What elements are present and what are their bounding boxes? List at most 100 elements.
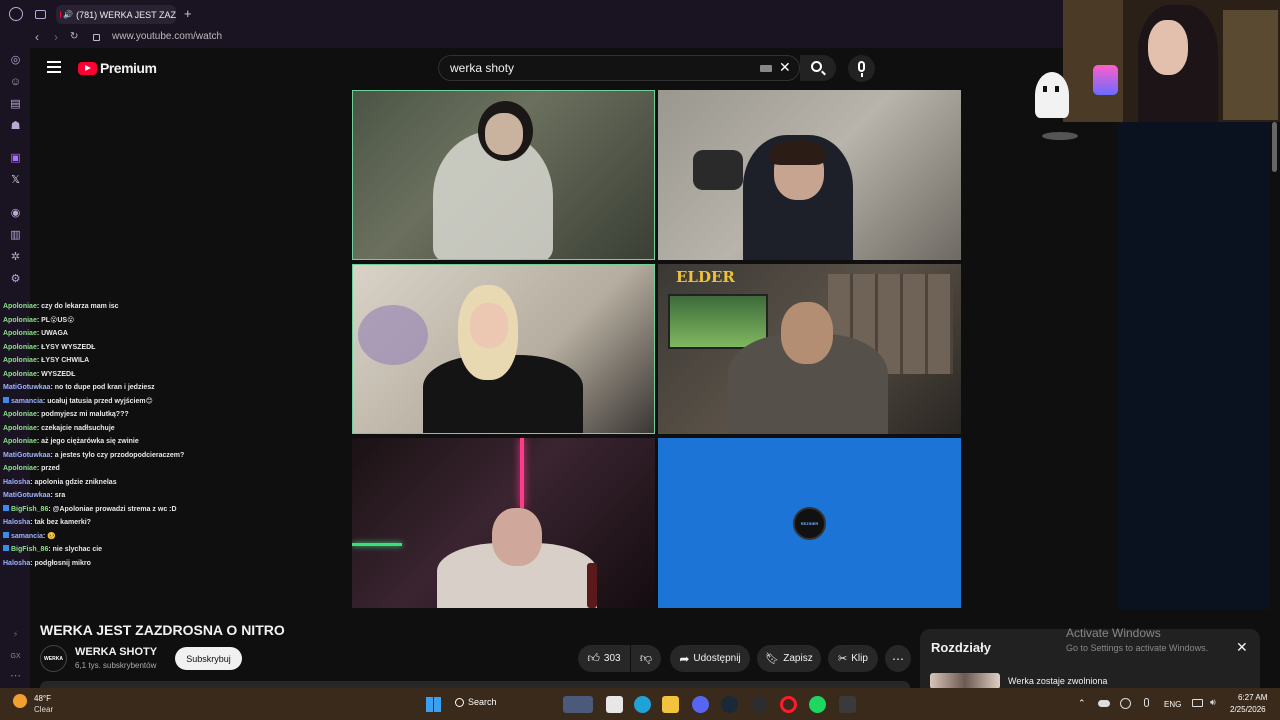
save-label: Zapisz	[783, 653, 813, 664]
url-text[interactable]: www.youtube.com/watch	[112, 31, 222, 42]
dislike-button[interactable]: 👎︎	[631, 645, 661, 672]
search-input[interactable]: werka shoty	[438, 55, 800, 81]
extension-icon[interactable]: ⚡	[9, 628, 22, 641]
channel-name[interactable]: WERKA SHOTY	[75, 646, 157, 658]
chat-username[interactable]: BigFish_86	[11, 506, 48, 513]
volume-icon[interactable]: 🔊︎	[1210, 697, 1216, 708]
chat-username[interactable]: Apoloniae	[3, 344, 37, 351]
messenger-icon[interactable]: ◎	[9, 54, 22, 67]
chat-username[interactable]: Halosha	[3, 519, 30, 526]
chat-username[interactable]: Apoloniae	[3, 438, 37, 445]
chat-message: Apoloniae: PL😮US😮	[3, 315, 74, 326]
video-title: WERKA JEST ZAZDROSNA O NITRO	[40, 622, 285, 638]
chat-text: : podmyjesz mi malutką???	[36, 411, 129, 418]
clear-search-icon[interactable]: ✕	[779, 59, 791, 76]
back-icon[interactable]: ‹	[35, 30, 39, 44]
chat-message: Halosha: podgłosnij mikro	[3, 558, 91, 569]
chat-username[interactable]: Halosha	[3, 479, 30, 486]
chat-username[interactable]: BigFish_86	[11, 546, 48, 553]
x-icon[interactable]: 𝕏	[9, 174, 22, 187]
taskbar-app-spotify[interactable]	[809, 696, 826, 713]
new-tab-button[interactable]: +	[184, 6, 192, 21]
chapter-item[interactable]: Werka zostaje zwolniona	[1008, 676, 1107, 686]
more-icon[interactable]: ⋯	[9, 670, 22, 683]
keyboard-icon[interactable]	[760, 65, 772, 72]
tray-chevron-icon[interactable]: ⌃	[1078, 698, 1086, 709]
share-button[interactable]: ➦ Udostępnij	[670, 645, 750, 672]
chat-username[interactable]: Apoloniae	[3, 330, 37, 337]
chat-username[interactable]: MatiGotuwkaa	[3, 384, 50, 391]
chapter-thumbnail[interactable]	[930, 673, 1000, 689]
chat-username[interactable]: Apoloniae	[3, 425, 37, 432]
windows-start-icon[interactable]	[426, 697, 441, 712]
taskbar-app-steam[interactable]	[721, 696, 738, 713]
tray-cloud-icon[interactable]	[1098, 700, 1110, 707]
chat-username[interactable]: samancia	[11, 533, 43, 540]
chat-message: Apoloniae: ŁYSY WYSZEDŁ	[3, 342, 95, 353]
address-bar: ‹ › ↻ www.youtube.com/watch	[0, 28, 1065, 48]
subscribe-button[interactable]: Subskrybuj	[175, 647, 242, 670]
like-button[interactable]: 👍︎ 303	[578, 645, 630, 672]
speaker-icon[interactable]: 🔊	[63, 10, 73, 19]
chat-text: : @Apoloniae prowadzi strema z wc :D	[48, 505, 177, 513]
chat-username[interactable]: MatiGotuwkaa	[3, 492, 50, 499]
clip-button[interactable]: ✂ Klip	[828, 645, 878, 672]
gx-icon[interactable]: GX	[9, 650, 22, 663]
chat-username[interactable]: Apoloniae	[3, 303, 37, 310]
wallet-icon[interactable]: ▥	[9, 229, 22, 242]
clock-time[interactable]: 6:27 AM	[1238, 693, 1267, 702]
chat-username[interactable]: Apoloniae	[3, 357, 37, 364]
chat-username[interactable]: Apoloniae	[3, 371, 37, 378]
forward-icon[interactable]: ›	[54, 30, 58, 44]
chat-username[interactable]: Halosha	[3, 560, 30, 567]
taskbar-app-opera[interactable]	[780, 696, 797, 713]
chapters-title: Rozdziały	[931, 640, 991, 655]
taskbar-app-edge[interactable]	[634, 696, 651, 713]
chat-text: : tak bez kamerki?	[30, 519, 91, 526]
search-button[interactable]	[800, 55, 836, 81]
video-feed-streamer-2	[658, 90, 961, 260]
chat-username[interactable]: Apoloniae	[3, 317, 37, 324]
taskbar-search[interactable]: Search	[455, 697, 497, 707]
chat-username[interactable]: Apoloniae	[3, 411, 37, 418]
tab-overview-icon[interactable]	[35, 10, 46, 19]
news-icon[interactable]: ▤	[9, 98, 22, 111]
bug-icon[interactable]: ✲	[9, 251, 22, 264]
chat-overlay: Apoloniae: czy do lekarza mam isc Apoloni…	[0, 301, 340, 571]
chat-text: : czy do lekarza mam isc	[36, 303, 119, 310]
scrollbar[interactable]	[1272, 122, 1277, 172]
channel-avatar[interactable]: WERKA	[40, 645, 67, 672]
language-indicator[interactable]: ENG	[1164, 700, 1181, 709]
more-actions-button[interactable]: ⋯	[885, 645, 911, 672]
hamburger-icon[interactable]	[47, 61, 61, 73]
network-icon[interactable]	[1192, 699, 1203, 707]
chat-message: Halosha: tak bez kamerki?	[3, 517, 91, 528]
share-icon: ➦	[679, 651, 690, 666]
weather-icon[interactable]	[13, 694, 27, 708]
tray-mic-icon[interactable]	[1144, 698, 1149, 707]
taskbar-app-explorer[interactable]	[606, 696, 623, 713]
taskbar-app-other[interactable]	[839, 696, 856, 713]
description-box[interactable]	[40, 681, 910, 688]
chat-username[interactable]: samancia	[11, 398, 43, 405]
taskbar-app-files[interactable]	[662, 696, 679, 713]
taskbar-app-discord[interactable]	[692, 696, 709, 713]
save-button[interactable]: 🔖︎ Zapisz	[757, 645, 821, 672]
chat-username[interactable]: Apoloniae	[3, 465, 37, 472]
twitch-icon[interactable]: ▣	[9, 152, 22, 165]
bot-icon[interactable]: ☗	[9, 120, 22, 133]
taskbar-app-game[interactable]	[563, 696, 593, 713]
tray-app-icon[interactable]	[1120, 698, 1131, 709]
player-icon[interactable]: ◉	[9, 207, 22, 220]
close-chapters-icon[interactable]: ✕	[1236, 639, 1248, 656]
browser-menu-icon[interactable]	[9, 7, 23, 21]
clock-date[interactable]: 2/25/2026	[1230, 705, 1266, 714]
discord-icon[interactable]: ☺	[9, 76, 22, 89]
reload-icon[interactable]: ↻	[70, 31, 78, 42]
youtube-logo[interactable]: Premium	[78, 60, 157, 76]
taskbar-app-obs[interactable]	[751, 696, 768, 713]
settings-icon[interactable]: ⚙	[9, 273, 22, 286]
tab-youtube[interactable]: 🔊 (781) WERKA JEST ZAZ	[56, 5, 176, 24]
chat-username[interactable]: MatiGotuwkaa	[3, 452, 50, 459]
voice-search-button[interactable]	[848, 55, 875, 82]
